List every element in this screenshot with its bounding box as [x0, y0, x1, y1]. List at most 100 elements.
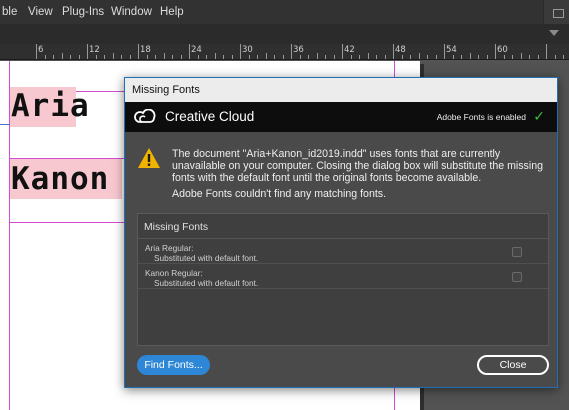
ruler-tick: [87, 44, 88, 59]
ruler-tick: [104, 55, 105, 59]
menu-window[interactable]: Window: [111, 6, 152, 18]
ruler-tick: [146, 55, 148, 59]
missing-fonts-list[interactable]: Missing Fonts Aria Regular: Substituted …: [137, 213, 549, 346]
font-status: Substituted with default font.: [154, 278, 259, 288]
font-checkbox[interactable]: [512, 247, 522, 257]
ruler-tick: [231, 55, 233, 59]
ruler-tick: [469, 53, 471, 59]
ruler-tick: [444, 44, 445, 59]
adobe-fonts-message: Adobe Fonts couldn't find any matching f…: [172, 188, 387, 200]
ruler-tick: [155, 55, 156, 59]
ruler-label: 60: [497, 45, 508, 55]
ruler-tick: [376, 55, 377, 59]
ruler-tick: [129, 55, 131, 59]
ruler-tick: [291, 44, 292, 59]
ruler-tick: [359, 55, 360, 59]
ruler-tick: [367, 53, 369, 59]
ruler-label: 36: [293, 45, 304, 55]
font-checkbox[interactable]: [512, 272, 522, 282]
ruler-tick: [206, 55, 207, 59]
ruler-label: 30: [242, 45, 253, 55]
menu-help[interactable]: Help: [160, 6, 184, 18]
ruler-label: 48: [395, 45, 406, 55]
ruler-tick: [495, 44, 496, 59]
dialog-title-bar[interactable]: Missing Fonts: [125, 78, 557, 102]
ruler-tick: [512, 55, 513, 59]
ruler-tick: [172, 55, 173, 59]
font-name: Aria Regular:: [145, 243, 194, 253]
ruler-tick: [95, 55, 97, 59]
ruler-tick: [461, 55, 462, 59]
font-name: Kanon Regular:: [145, 268, 203, 278]
control-strip: [0, 24, 569, 44]
ruler-tick: [316, 53, 318, 59]
ruler-tick: [274, 55, 275, 59]
find-fonts-button[interactable]: Find Fonts...: [137, 355, 210, 375]
list-item[interactable]: Kanon Regular: Substituted with default …: [138, 265, 548, 289]
ruler-tick: [554, 55, 556, 59]
ruler-tick: [248, 55, 250, 59]
ruler-tick: [53, 55, 54, 59]
ruler-tick: [138, 44, 139, 59]
missing-fonts-message: The document "Aria+Kanon_id2019.indd" us…: [172, 148, 543, 184]
ruler-tick: [537, 55, 539, 59]
horizontal-ruler[interactable]: 6 12 18 24 30 36 42 48 54 60: [0, 44, 569, 60]
ruler-tick: [418, 53, 420, 59]
ruler-tick: [478, 55, 479, 59]
ruler-tick: [282, 55, 284, 59]
menu-plug-ins[interactable]: Plug-Ins: [62, 6, 104, 18]
ruler-tick: [180, 55, 182, 59]
ruler-label: 12: [89, 45, 100, 55]
ruler-tick: [44, 55, 46, 59]
ruler-tick: [299, 55, 301, 59]
window-arrange-icon[interactable]: [543, 0, 569, 24]
dialog-title: Missing Fonts: [132, 84, 200, 96]
ruler-tick: [308, 55, 309, 59]
ruler-tick: [257, 55, 258, 59]
adobe-fonts-status: Adobe Fonts is enabled: [436, 112, 526, 122]
list-item[interactable]: Aria Regular: Substituted with default f…: [138, 240, 548, 264]
font-status: Substituted with default font.: [154, 253, 259, 263]
ruler-tick: [197, 55, 199, 59]
ruler-tick: [70, 55, 71, 59]
divider: [138, 238, 548, 239]
creative-cloud-logo-icon: [134, 109, 156, 123]
text-frame-aria[interactable]: Aria: [10, 87, 89, 127]
creative-cloud-bar: Creative Cloud Adobe Fonts is enabled ✓: [125, 102, 557, 132]
ruler-tick: [163, 53, 165, 59]
ruler-tick: [401, 55, 403, 59]
ruler-tick: [452, 55, 454, 59]
ruler-tick: [503, 55, 505, 59]
ruler-tick: [189, 44, 190, 59]
warning-icon: [138, 148, 160, 168]
ruler-tick: [546, 44, 547, 59]
ruler-tick: [36, 44, 37, 59]
ruler-tick: [435, 55, 437, 59]
ruler-label: 54: [446, 45, 457, 55]
ruler-tick: [520, 53, 522, 59]
ruler-tick: [427, 55, 428, 59]
ruler-tick: [350, 55, 352, 59]
ruler-tick: [486, 55, 488, 59]
menu-table[interactable]: ble: [2, 6, 17, 18]
ruler-tick: [214, 53, 216, 59]
ruler-tick: [112, 53, 114, 59]
text-frame-kanon[interactable]: Kanon: [10, 159, 122, 199]
ruler-tick: [529, 55, 530, 59]
ruler-tick: [325, 55, 326, 59]
ruler-tick: [265, 53, 267, 59]
menu-view[interactable]: View: [28, 6, 53, 18]
ruler-tick: [78, 55, 80, 59]
ruler-label: 42: [344, 45, 355, 55]
ruler-tick: [121, 55, 122, 59]
ruler-tick: [563, 55, 564, 59]
panel-menu-icon[interactable]: [549, 30, 559, 36]
close-button[interactable]: Close: [477, 355, 549, 375]
guide-horizontal: [0, 124, 10, 125]
ruler-tick: [61, 53, 63, 59]
ruler-label: 24: [191, 45, 202, 55]
ruler-tick: [384, 55, 386, 59]
ruler-tick: [342, 44, 343, 59]
missing-fonts-dialog: Missing Fonts Creative Cloud Adobe Fonts…: [124, 77, 558, 388]
ruler-tick: [240, 44, 241, 59]
